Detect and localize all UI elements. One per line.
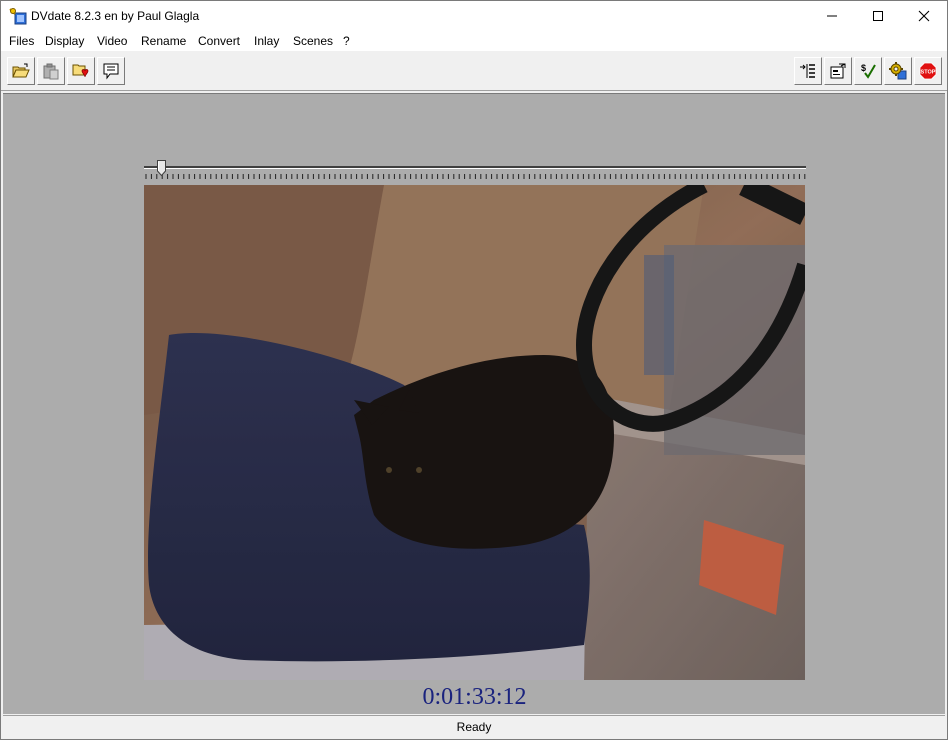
seek-thumb[interactable] — [157, 160, 166, 176]
svg-text:$: $ — [861, 63, 866, 73]
menu-bar: Files Display Video Rename Convert Inlay… — [1, 31, 947, 51]
menu-video[interactable]: Video — [97, 34, 127, 48]
comment-button[interactable] — [97, 57, 125, 85]
stop-label: STOP — [921, 70, 936, 76]
stop-icon: STOP — [919, 62, 937, 80]
seek-track — [144, 166, 806, 169]
timecode-display: 0:01:33:12 — [422, 684, 527, 710]
status-bar: Ready — [3, 715, 945, 738]
app-window: DVdate 8.2.3 en by Paul Glagla Files Dis… — [0, 0, 948, 740]
toolbar: $ STOP — [1, 52, 947, 91]
window-title: DVdate 8.2.3 en by Paul Glagla — [31, 9, 200, 23]
title-bar: DVdate 8.2.3 en by Paul Glagla — [1, 1, 947, 31]
seek-ticks — [145, 174, 806, 179]
check-button[interactable]: $ — [854, 57, 882, 85]
favorite-folder-icon — [72, 64, 89, 78]
seek-slider[interactable] — [144, 160, 806, 184]
open-folder-icon — [12, 63, 30, 78]
video-area: 0:01:33:12 — [3, 93, 945, 714]
paste-button[interactable] — [37, 57, 65, 85]
menu-files[interactable]: Files — [9, 34, 34, 48]
settings-gear-icon — [889, 62, 907, 80]
stop-button[interactable]: STOP — [914, 57, 942, 85]
menu-inlay[interactable]: Inlay — [254, 34, 279, 48]
menu-help[interactable]: ? — [343, 34, 350, 48]
close-button[interactable] — [901, 1, 947, 31]
menu-scenes[interactable]: Scenes — [293, 34, 333, 48]
status-text: Ready — [456, 720, 492, 734]
properties-icon — [830, 63, 846, 79]
dvdate-app-icon — [9, 7, 27, 25]
menu-display[interactable]: Display — [45, 34, 84, 48]
menu-convert[interactable]: Convert — [198, 34, 240, 48]
insert-list-icon — [800, 64, 815, 78]
insert-list-button[interactable] — [794, 57, 822, 85]
settings-button[interactable] — [884, 57, 912, 85]
minimize-button[interactable] — [809, 1, 855, 31]
check-icon: $ — [861, 63, 876, 79]
menu-rename[interactable]: Rename — [141, 34, 186, 48]
maximize-button[interactable] — [855, 1, 901, 31]
open-folder-button[interactable] — [7, 57, 35, 85]
video-frame — [144, 185, 805, 680]
video-frame-image — [144, 185, 805, 680]
paste-clipboard-icon — [43, 63, 59, 80]
properties-button[interactable] — [824, 57, 852, 85]
comment-icon — [103, 63, 119, 80]
favorite-folder-button[interactable] — [67, 57, 95, 85]
